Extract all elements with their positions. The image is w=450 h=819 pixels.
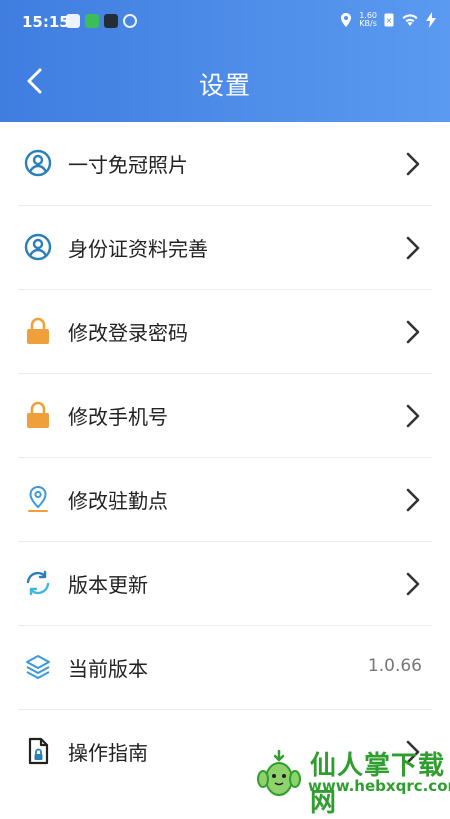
settings-item-label: 修改手机号 — [68, 405, 168, 429]
sim-icon: × — [384, 13, 394, 27]
settings-item-id-card[interactable]: 身份证资料完善 — [18, 206, 432, 290]
chevron-right-icon — [406, 488, 420, 512]
settings-item-version-update[interactable]: 版本更新 — [18, 542, 432, 626]
chevron-right-icon — [406, 320, 420, 344]
settings-item-label: 当前版本 — [68, 657, 148, 681]
settings-item-label: 操作指南 — [68, 741, 148, 765]
settings-item-id-photo[interactable]: 一寸免冠照片 — [18, 122, 432, 206]
settings-item-label: 身份证资料完善 — [68, 237, 208, 261]
speed-unit: KB/s — [359, 19, 377, 28]
watermark-url: www.hebxqrc.com — [308, 777, 450, 795]
version-number: 1.0.66 — [367, 656, 422, 676]
app-header: 15:15 1.60 KB/s × 设置 — [0, 0, 450, 122]
lock-icon — [27, 401, 49, 428]
page-title: 设置 — [198, 71, 251, 100]
chevron-right-icon — [406, 152, 420, 176]
charging-icon — [426, 12, 436, 28]
status-app-icons — [66, 14, 137, 28]
user-circle-icon — [24, 233, 52, 261]
notification-app-icon — [85, 14, 99, 28]
cactus-logo-icon — [257, 749, 301, 796]
location-pin-icon — [28, 485, 48, 512]
settings-item-label: 版本更新 — [68, 573, 148, 597]
chevron-right-icon — [406, 572, 420, 596]
status-indicators: 1.60 KB/s × — [340, 12, 436, 28]
settings-item-change-phone[interactable]: 修改手机号 — [18, 374, 432, 458]
settings-item-current-version: 当前版本 1.0.66 — [18, 626, 432, 710]
notification-app-icon — [66, 14, 80, 28]
status-bar: 15:15 1.60 KB/s × — [0, 0, 450, 46]
chevron-right-icon — [406, 236, 420, 260]
tiktok-icon — [104, 14, 118, 28]
network-speed: 1.60 KB/s — [359, 12, 377, 28]
settings-item-label: 一寸免冠照片 — [68, 153, 188, 177]
status-time: 15:15 — [22, 13, 70, 31]
layers-icon — [26, 655, 50, 679]
settings-item-change-password[interactable]: 修改登录密码 — [18, 290, 432, 374]
site-watermark: 仙人掌下载网 www.hebxqrc.com — [248, 743, 450, 818]
settings-item-change-duty-point[interactable]: 修改驻勤点 — [18, 458, 432, 542]
sync-icon — [123, 14, 137, 28]
settings-item-label: 修改驻勤点 — [68, 489, 168, 513]
document-lock-icon — [28, 737, 49, 765]
chevron-right-icon — [406, 404, 420, 428]
svg-text:×: × — [386, 16, 393, 25]
lock-icon — [27, 317, 49, 344]
wifi-icon — [402, 14, 418, 26]
location-status-icon — [341, 13, 352, 27]
user-circle-icon — [24, 149, 52, 177]
settings-item-label: 修改登录密码 — [68, 321, 188, 345]
refresh-icon — [26, 570, 50, 596]
settings-list: 一寸免冠照片 身份证资料完善 修改登录密码 修改手机号 修改驻勤点 版本更新 当… — [0, 122, 450, 793]
